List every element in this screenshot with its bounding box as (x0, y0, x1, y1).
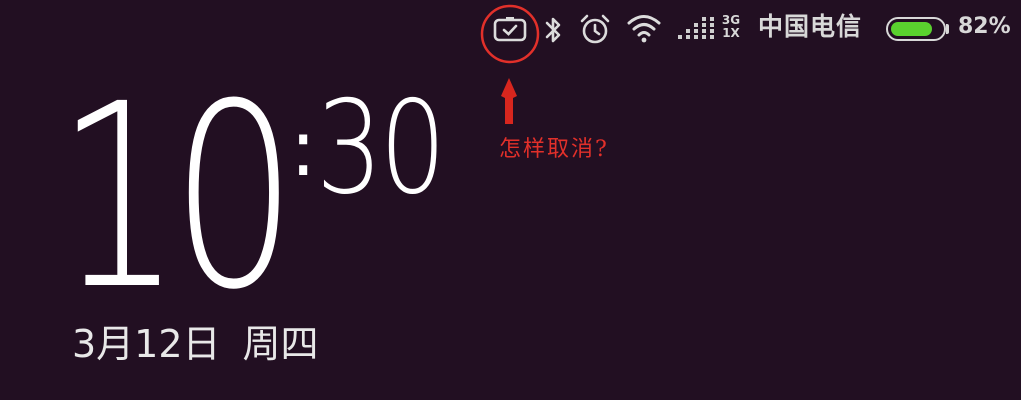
alarm-icon (580, 14, 610, 44)
annotation-arrow-icon (501, 78, 517, 124)
clock-minute: 30 (316, 74, 446, 223)
battery-icon (886, 17, 946, 41)
date-row: 3月12日 周四 (72, 320, 319, 368)
bluetooth-icon (545, 17, 561, 43)
annotation-circle (480, 4, 540, 64)
cellular-signal-icon (678, 17, 714, 39)
battery-tip (946, 24, 949, 34)
battery-percent: 82% (958, 14, 1011, 39)
weekday-text: 周四 (242, 322, 319, 366)
clock-separator: : (290, 104, 317, 194)
network-type-1x: 1X (722, 26, 740, 40)
carrier-name: 中国电信 (758, 12, 863, 41)
battery-fill (891, 22, 932, 36)
clock-hour: 10 (56, 49, 297, 345)
wifi-icon (627, 15, 661, 43)
annotation-text: 怎样取消? (499, 137, 609, 162)
date-text: 3月12日 (72, 322, 221, 366)
